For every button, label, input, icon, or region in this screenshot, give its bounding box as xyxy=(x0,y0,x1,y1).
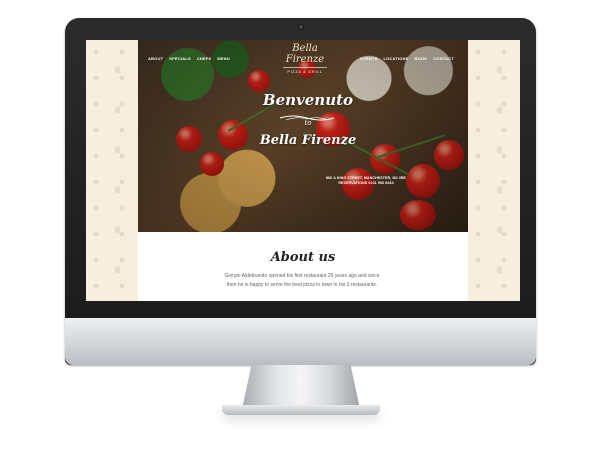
nav-item-events[interactable]: EVENTS xyxy=(360,56,377,61)
hero-banner: ABOUT SPECIALS CHEFS MENU Bella Firenze … xyxy=(138,40,468,232)
screen: ABOUT SPECIALS CHEFS MENU Bella Firenze … xyxy=(86,40,520,301)
nav-item-chefs[interactable]: CHEFS xyxy=(197,56,212,61)
logo-subtitle: PIZZA & GRILL xyxy=(287,69,323,74)
nav-item-specials[interactable]: SPECIALS xyxy=(169,56,191,61)
nav-item-book[interactable]: BOOK xyxy=(415,56,428,61)
site-logo[interactable]: Bella Firenze PIZZA & GRILL xyxy=(273,43,337,74)
welcome-restaurant-name: Bella Firenze xyxy=(259,133,357,148)
nav-item-menu[interactable]: MENU xyxy=(217,56,230,61)
nav-left: ABOUT SPECIALS CHEFS MENU xyxy=(148,56,230,61)
nav-item-contact[interactable]: CONTACT xyxy=(433,56,454,61)
nav-right: EVENTS LOCATIONS BOOK CONTACT xyxy=(360,56,454,61)
hero-address: 866 A KING STREET, MANCHESTER, M2 3RE RE… xyxy=(311,176,421,186)
welcome-heading: Benvenuto xyxy=(262,91,354,109)
about-heading: About us xyxy=(270,250,336,265)
logo-divider xyxy=(283,67,327,68)
imac-stand xyxy=(242,365,360,409)
reservations-line: RESERVATIONS 0131 566 8464 xyxy=(338,181,394,185)
camera-dot xyxy=(298,24,304,30)
flourish-divider-icon xyxy=(279,115,335,121)
logo-name: Bella Firenze xyxy=(285,43,325,65)
imac-base xyxy=(222,405,380,415)
nav-item-locations[interactable]: LOCATIONS xyxy=(383,56,408,61)
nav-item-about[interactable]: ABOUT xyxy=(148,56,163,61)
imac-chin xyxy=(65,318,536,365)
about-text: Giorgio Aldebrando opened his first rest… xyxy=(224,273,380,288)
about-section: About us Giorgio Aldebrando opened his f… xyxy=(138,232,468,301)
pattern-panel-left xyxy=(86,40,138,301)
pattern-panel-right xyxy=(468,40,520,301)
